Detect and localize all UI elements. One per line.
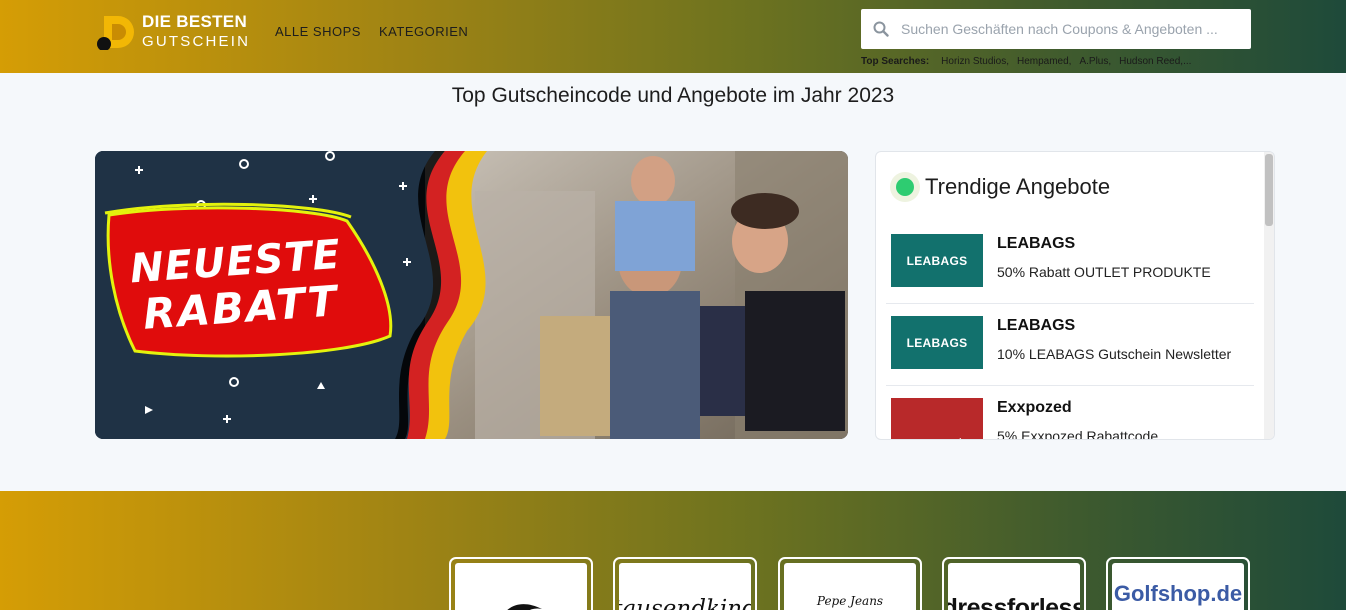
featured-shops-strip: tausendkind Pepe Jeans dressforless Golf… [0,491,1346,610]
scrollbar-thumb[interactable] [1265,154,1273,226]
shop-logo-text: dressforless [948,594,1080,610]
logo-line2: GUTSCHEIN [142,33,251,50]
shop-card-pepe-jeans[interactable]: Pepe Jeans [778,557,922,610]
trending-scrollbar[interactable] [1264,152,1274,439]
deal-item[interactable]: LEABAGS LEABAGS 50% Rabatt OUTLET PRODUK… [886,222,1254,304]
top-search-link[interactable]: A.Plus, [1079,56,1111,67]
top-search-link[interactable]: Hempamed, [1017,56,1071,67]
search-box [861,9,1251,49]
top-search-link[interactable]: Hudson Reed,... [1119,56,1191,67]
deal-shop-name: LEABAGS [997,235,1076,252]
search-icon[interactable] [861,9,901,49]
shop-card-tausendkind[interactable]: tausendkind [613,557,757,610]
nav-all-shops[interactable]: ALLE SHOPS [275,24,361,39]
deal-description: 50% Rabatt OUTLET PRODUKTE [997,264,1211,280]
deal-shop-logo: exxpozed [891,398,983,439]
deal-description: 5% Exxpozed Rabattcode [997,428,1159,440]
deal-item[interactable]: exxpozed Exxpozed 5% Exxpozed Rabattcode [886,386,1254,440]
quiksilver-logo-icon [507,604,542,610]
shop-logo-text: tausendkind [619,596,751,610]
promo-banner[interactable]: NEUESTE RABATT [95,151,848,439]
top-searches: Top Searches: Horizn Studios, Hempamed, … [861,56,1191,67]
shop-card-golfshop[interactable]: Golfshop.de [1106,557,1250,610]
trending-header: Trendige Angebote [890,172,1110,202]
top-searches-label: Top Searches: [861,56,930,67]
shop-card-quiksilver[interactable] [449,557,593,610]
deal-item[interactable]: LEABAGS LEABAGS 10% LEABAGS Gutschein Ne… [886,304,1254,386]
site-header: DIE BESTEN GUTSCHEIN ALLE SHOPS KATEGORI… [0,0,1346,73]
shop-logo-text: Golfshop.de [1113,581,1243,606]
trending-title: Trendige Angebote [925,174,1111,199]
deal-shop-name: LEABAGS [997,317,1076,334]
live-dot-icon [890,172,920,202]
shop-logo-text: Pepe Jeans [816,594,884,608]
site-logo[interactable]: DIE BESTEN GUTSCHEIN [96,10,261,54]
trending-deals-list: LEABAGS LEABAGS 50% Rabatt OUTLET PRODUK… [886,222,1254,440]
trending-deals-panel: Trendige Angebote LEABAGS LEABAGS 50% Ra… [875,151,1275,440]
shop-card-dressforless[interactable]: dressforless [942,557,1086,610]
deal-description: 10% LEABAGS Gutschein Newsletter [997,346,1232,362]
deal-shop-logo: LEABAGS [891,234,983,287]
deal-shop-name: Exxpozed [997,399,1072,416]
page-title: Top Gutscheincode und Angebote im Jahr 2… [451,84,895,107]
nav-categories[interactable]: KATEGORIEN [379,24,468,39]
top-search-link[interactable]: Horizn Studios, [941,56,1009,67]
logo-line1: DIE BESTEN [142,12,248,31]
search-input[interactable] [901,21,1241,37]
logo-mark-icon [97,16,134,50]
deal-shop-logo: LEABAGS [891,316,983,369]
